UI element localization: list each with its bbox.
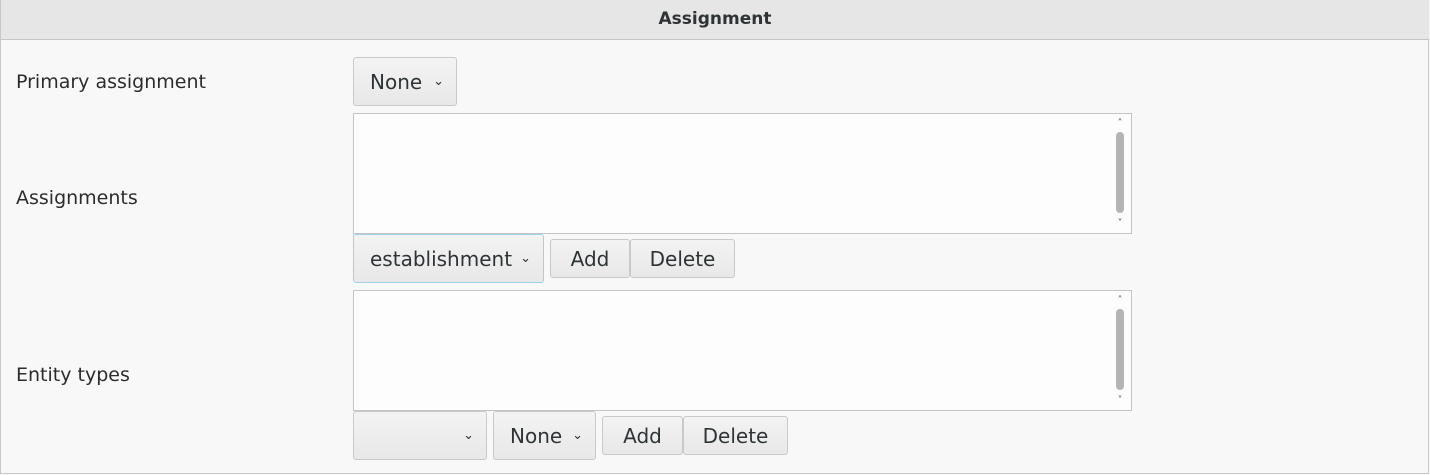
add-entity-type-button[interactable]: Add [602,416,683,455]
scroll-up-icon[interactable]: ˄ [1113,118,1127,129]
assignments-scrollbar[interactable]: ˄ ˅ [1113,118,1127,229]
assignment-type-value: establishment [370,246,513,271]
assignments-label: Assignments [16,187,138,209]
delete-entity-type-button[interactable]: Delete [683,416,788,455]
scrollbar-thumb[interactable] [1116,309,1124,390]
scroll-down-icon[interactable]: ˅ [1113,218,1127,229]
assignment-type-select[interactable]: establishment ⌄ [353,234,544,283]
panel-title: Assignment [1,0,1429,40]
chevron-down-icon: ⌄ [463,427,474,443]
entity-type-select[interactable]: ⌄ [353,411,487,460]
scroll-down-icon[interactable]: ˅ [1113,395,1127,406]
primary-assignment-label: Primary assignment [16,71,206,93]
scrollbar-thumb[interactable] [1116,132,1124,213]
delete-assignment-button[interactable]: Delete [630,239,735,278]
primary-assignment-select[interactable]: None ⌄ [353,57,457,106]
entity-subtype-select[interactable]: None ⌄ [493,411,596,460]
entity-types-label: Entity types [16,364,130,386]
entity-types-scrollbar[interactable]: ˄ ˅ [1113,295,1127,406]
assignments-list[interactable]: ˄ ˅ [353,113,1132,234]
entity-subtype-value: None [510,423,563,448]
primary-assignment-value: None [370,69,423,94]
chevron-down-icon: ⌄ [520,250,531,266]
scroll-up-icon[interactable]: ˄ [1113,295,1127,306]
entity-types-list[interactable]: ˄ ˅ [353,290,1132,411]
chevron-down-icon: ⌄ [572,427,583,443]
chevron-down-icon: ⌄ [433,73,444,89]
add-assignment-button[interactable]: Add [550,239,630,278]
